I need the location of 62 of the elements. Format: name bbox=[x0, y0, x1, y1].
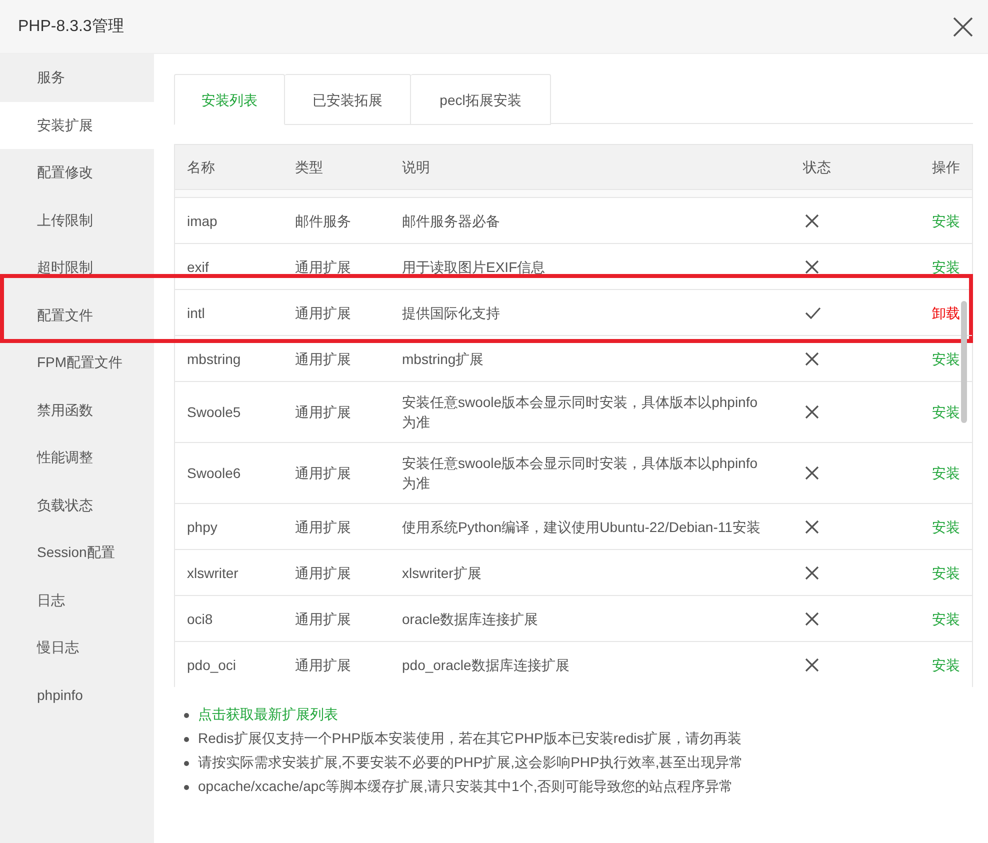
table-cell-text: 邮件服务器必备 bbox=[401, 212, 501, 230]
close-icon[interactable] bbox=[953, 16, 973, 36]
bullet-dot bbox=[184, 736, 189, 742]
column-header: 类型 bbox=[294, 158, 324, 177]
table-cell-text: 通用扩展 bbox=[294, 610, 352, 628]
note-text: Redis扩展仅支持一个PHP版本安装使用，若在其它PHP版本已安装redis扩展，请勿再装 bbox=[198, 730, 742, 748]
column-header: 状态 bbox=[802, 158, 832, 177]
table-cell-text: oci8 bbox=[186, 610, 214, 628]
sidebar-item[interactable]: 服务 bbox=[0, 54, 154, 102]
sidebar-item[interactable]: 安装扩展 bbox=[0, 102, 154, 149]
table-cell-text: pdo_oci bbox=[186, 656, 238, 674]
sidebar-item[interactable]: 性能调整 bbox=[0, 434, 154, 482]
table-cell-text: 通用扩展 bbox=[294, 403, 352, 422]
action-link[interactable]: 卸载 bbox=[932, 302, 960, 322]
table-cell-text: 通用扩展 bbox=[294, 304, 352, 322]
table-cell-text: 通用扩展 bbox=[294, 350, 352, 368]
table-cell-text: imap bbox=[186, 212, 218, 230]
table-cell-text: xlswriter bbox=[186, 564, 240, 582]
tab[interactable]: pecl拓展安装 bbox=[411, 74, 551, 125]
sidebar-item[interactable]: FPM配置文件 bbox=[0, 339, 154, 386]
sidebar-item[interactable]: 配置修改 bbox=[0, 149, 154, 196]
sidebar-item[interactable]: 日志 bbox=[0, 576, 154, 624]
sidebar-item[interactable]: 慢日志 bbox=[0, 624, 154, 672]
table-cell-text: mbstring扩展 bbox=[401, 350, 485, 369]
column-header: 操作 bbox=[931, 158, 961, 177]
table-cell-text: 安装任意swoole版本会显示同时安装，具体版本以phpinfo为准 bbox=[401, 393, 759, 432]
table-cell-text: 通用扩展 bbox=[294, 464, 352, 483]
column-header: 名称 bbox=[186, 158, 216, 177]
table-cell-text: 通用扩展 bbox=[294, 564, 352, 582]
table-cell-text: phpy bbox=[186, 518, 218, 536]
column-header: 说明 bbox=[401, 158, 431, 177]
bullet-dot bbox=[184, 712, 189, 718]
table-cell-text: Swoole6 bbox=[186, 464, 242, 483]
sidebar-item[interactable]: 配置文件 bbox=[0, 292, 154, 339]
note-text: 请按实际需求安装扩展,不要安装不必要的PHP扩展,这会影响PHP执行效率,甚至出现异常 bbox=[198, 754, 744, 772]
scrollbar-thumb[interactable] bbox=[961, 301, 967, 423]
table-cell-text: 提供国际化支持 bbox=[401, 304, 501, 322]
table-cell-text: exif bbox=[186, 258, 210, 276]
table-cell-text: pdo_oracle数据库连接扩展 bbox=[401, 656, 570, 675]
table-cell-text: 安装任意swoole版本会显示同时安装，具体版本以phpinfo为准 bbox=[401, 454, 759, 493]
table-cell-text: 用于读取图片EXIF信息 bbox=[401, 258, 546, 276]
table-cell-text: 通用扩展 bbox=[294, 656, 352, 674]
table-cell-text: oracle数据库连接扩展 bbox=[401, 610, 540, 628]
sidebar-item[interactable]: 禁用函数 bbox=[0, 386, 154, 434]
tab[interactable]: 已安装拓展 bbox=[285, 74, 411, 125]
sidebar-item[interactable]: phpinfo bbox=[0, 672, 154, 719]
table-cell-text: xlswriter扩展 bbox=[401, 564, 482, 582]
table-cell-text: Swoole5 bbox=[186, 403, 242, 422]
bullet-dot bbox=[184, 784, 189, 790]
table-cell-text: 使用系统Python编译，建议使用Ubuntu-22/Debian-11安装 bbox=[401, 518, 762, 537]
sidebar-item[interactable]: 超时限制 bbox=[0, 244, 154, 292]
sidebar-item[interactable]: 负载状态 bbox=[0, 482, 154, 529]
note-text: opcache/xcache/apc等脚本缓存扩展,请只安装其中1个,否则可能导致您的站点程序异常 bbox=[198, 778, 734, 796]
table-cell-text: 邮件服务 bbox=[294, 212, 352, 230]
sidebar-item[interactable]: Session配置 bbox=[0, 529, 154, 576]
window-title: PHP-8.3.3管理 bbox=[18, 17, 124, 37]
bullet-dot bbox=[184, 760, 189, 766]
table-cell-text: 通用扩展 bbox=[294, 258, 352, 276]
table-cell-text: mbstring bbox=[186, 350, 242, 368]
sidebar-item[interactable]: 上传限制 bbox=[0, 196, 154, 244]
table-cell-text: intl bbox=[186, 304, 206, 322]
table-cell-text: 通用扩展 bbox=[294, 518, 352, 536]
